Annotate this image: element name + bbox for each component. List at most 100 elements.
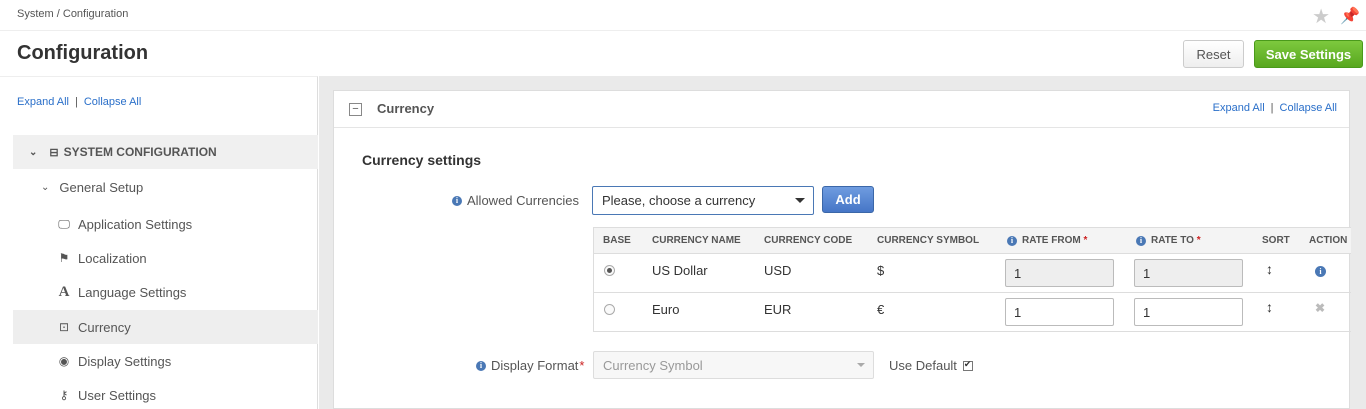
flag-icon: ⚑ <box>58 251 70 265</box>
star-icon[interactable]: ★ <box>1312 4 1330 29</box>
hdd-icon: ⊟ <box>49 146 59 159</box>
sidebar-item-label: User Settings <box>78 387 157 403</box>
rate-to-label: RATE TO <box>1151 235 1194 246</box>
sidebar-collapse-all-link[interactable]: Collapse All <box>84 96 141 108</box>
money-icon: ⊡ <box>58 320 70 334</box>
col-currency-name: CURRENCY NAME <box>652 235 741 246</box>
header-divider <box>0 30 1366 31</box>
required-mark: * <box>1196 235 1201 246</box>
panel-collapse-all-link[interactable]: Collapse All <box>1280 102 1337 114</box>
breadcrumb-system[interactable]: System <box>17 8 54 20</box>
display-format-text: Display Format <box>491 358 579 373</box>
allowed-currencies-text: Allowed Currencies <box>467 193 579 208</box>
sidebar-item-localization[interactable]: ⚑ Localization <box>13 241 318 275</box>
info-icon[interactable]: i <box>1315 266 1326 277</box>
sidebar-expand-collapse: Expand All | Collapse All <box>17 96 141 108</box>
cell-symbol: € <box>877 302 885 317</box>
delete-icon[interactable]: ✖ <box>1315 301 1325 315</box>
currency-select-value: Please, choose a currency <box>602 193 756 208</box>
sidebar-expand-all-link[interactable]: Expand All <box>17 96 69 108</box>
allowed-currencies-label: i Allowed Currencies <box>452 193 579 208</box>
sidebar-item-language-settings[interactable]: A Language Settings <box>13 275 318 309</box>
chevron-down-icon: ⌄ <box>41 182 50 193</box>
eye-icon: ◉ <box>58 354 70 368</box>
sidebar: Expand All | Collapse All ⌄ ⊟ SYSTEM CONFI… <box>0 76 318 409</box>
chevron-down-icon: ⌄ <box>29 146 38 158</box>
info-icon[interactable]: i <box>452 195 462 206</box>
key-icon: ⚷ <box>59 388 69 402</box>
rate-from-label: RATE FROM <box>1022 235 1081 246</box>
base-radio[interactable] <box>604 265 615 276</box>
reset-button[interactable]: Reset <box>1183 40 1244 68</box>
rate-from-input[interactable]: 1 <box>1005 298 1114 326</box>
currency-table: BASE CURRENCY NAME CURRENCY CODE CURRENC… <box>593 227 1351 332</box>
monitor-icon: 🖵 <box>58 216 70 231</box>
base-radio[interactable] <box>604 304 615 315</box>
top-icons: ★ 📌 <box>1312 4 1360 29</box>
caret-down-icon <box>795 198 805 203</box>
panel-expand-all-link[interactable]: Expand All <box>1213 102 1265 114</box>
sidebar-item-label: Currency <box>78 319 131 335</box>
use-default-toggle[interactable]: Use Default <box>889 358 973 373</box>
info-icon[interactable]: i <box>476 360 486 371</box>
rate-to-input[interactable]: 1 <box>1134 259 1243 287</box>
panel-header: − Currency Expand All | Collapse All <box>334 91 1349 128</box>
caret-down-icon <box>857 363 865 367</box>
info-icon[interactable]: i <box>1136 235 1146 246</box>
sidebar-item-label: Application Settings <box>78 216 193 232</box>
info-icon[interactable]: i <box>1007 235 1017 246</box>
breadcrumb-separator: / <box>56 8 60 20</box>
panel-expand-collapse: Expand All | Collapse All <box>1213 102 1337 114</box>
cell-code: EUR <box>764 302 792 317</box>
general-setup-label: General Setup <box>59 180 144 195</box>
link-separator: | <box>74 96 78 108</box>
use-default-label: Use Default <box>889 358 957 373</box>
display-format-label: i Display Format * <box>476 358 584 373</box>
col-currency-code: CURRENCY CODE <box>764 235 853 246</box>
sidebar-item-label: Language Settings <box>78 284 187 300</box>
section-title: Currency settings <box>362 152 482 168</box>
collapse-toggle-icon[interactable]: − <box>349 103 362 116</box>
use-default-checkbox[interactable] <box>962 359 973 371</box>
sidebar-item-label: Display Settings <box>78 353 172 369</box>
sidebar-item-application-settings[interactable]: 🖵 Application Settings <box>13 207 318 241</box>
display-format-select[interactable]: Currency Symbol <box>593 351 874 379</box>
sidebar-item-label: Localization <box>78 250 147 266</box>
link-separator: | <box>1270 102 1274 114</box>
col-action: ACTION <box>1309 235 1348 246</box>
system-configuration-label: SYSTEM CONFIGURATION <box>63 145 217 159</box>
required-mark: * <box>1083 235 1088 246</box>
cell-name: Euro <box>652 302 680 317</box>
sidebar-item-currency[interactable]: ⊡ Currency <box>13 310 318 344</box>
sidebar-item-user-settings[interactable]: ⚷ User Settings <box>13 378 318 409</box>
page-title: Configuration <box>17 42 149 64</box>
sidebar-general-setup[interactable]: ⌄ General Setup <box>41 180 143 195</box>
col-base: BASE <box>603 235 631 246</box>
add-currency-button[interactable]: Add <box>822 186 874 213</box>
breadcrumb-current: Configuration <box>62 8 129 20</box>
sort-handle-icon[interactable]: ↕ <box>1266 261 1273 277</box>
rate-to-input[interactable]: 1 <box>1134 298 1243 326</box>
cell-symbol: $ <box>877 263 885 278</box>
font-icon: A <box>58 283 70 300</box>
sidebar-system-configuration[interactable]: ⌄ ⊟ SYSTEM CONFIGURATION <box>13 135 318 169</box>
table-header: BASE CURRENCY NAME CURRENCY CODE CURRENC… <box>594 228 1351 254</box>
col-sort: SORT <box>1262 235 1290 246</box>
table-row: Euro EUR € 1 1 ↕ ✖ <box>594 293 1351 331</box>
sort-handle-icon[interactable]: ↕ <box>1266 299 1273 315</box>
col-rate-to: i RATE TO * <box>1136 235 1201 246</box>
pin-icon[interactable]: 📌 <box>1340 6 1360 29</box>
cell-name: US Dollar <box>652 263 708 278</box>
required-mark: * <box>579 358 585 373</box>
breadcrumb: System / Configuration <box>17 8 128 20</box>
col-rate-from: i RATE FROM * <box>1007 235 1087 246</box>
currency-select[interactable]: Please, choose a currency <box>592 186 814 215</box>
table-row: US Dollar USD $ 1 1 ↕ i <box>594 254 1351 293</box>
rate-from-input[interactable]: 1 <box>1005 259 1114 287</box>
display-format-value: Currency Symbol <box>603 358 703 373</box>
currency-panel: − Currency Expand All | Collapse All Curre… <box>333 90 1351 409</box>
col-currency-symbol: CURRENCY SYMBOL <box>877 235 980 246</box>
save-settings-button[interactable]: Save Settings <box>1254 40 1363 68</box>
panel-title: Currency <box>377 101 435 116</box>
sidebar-item-display-settings[interactable]: ◉ Display Settings <box>13 344 318 378</box>
